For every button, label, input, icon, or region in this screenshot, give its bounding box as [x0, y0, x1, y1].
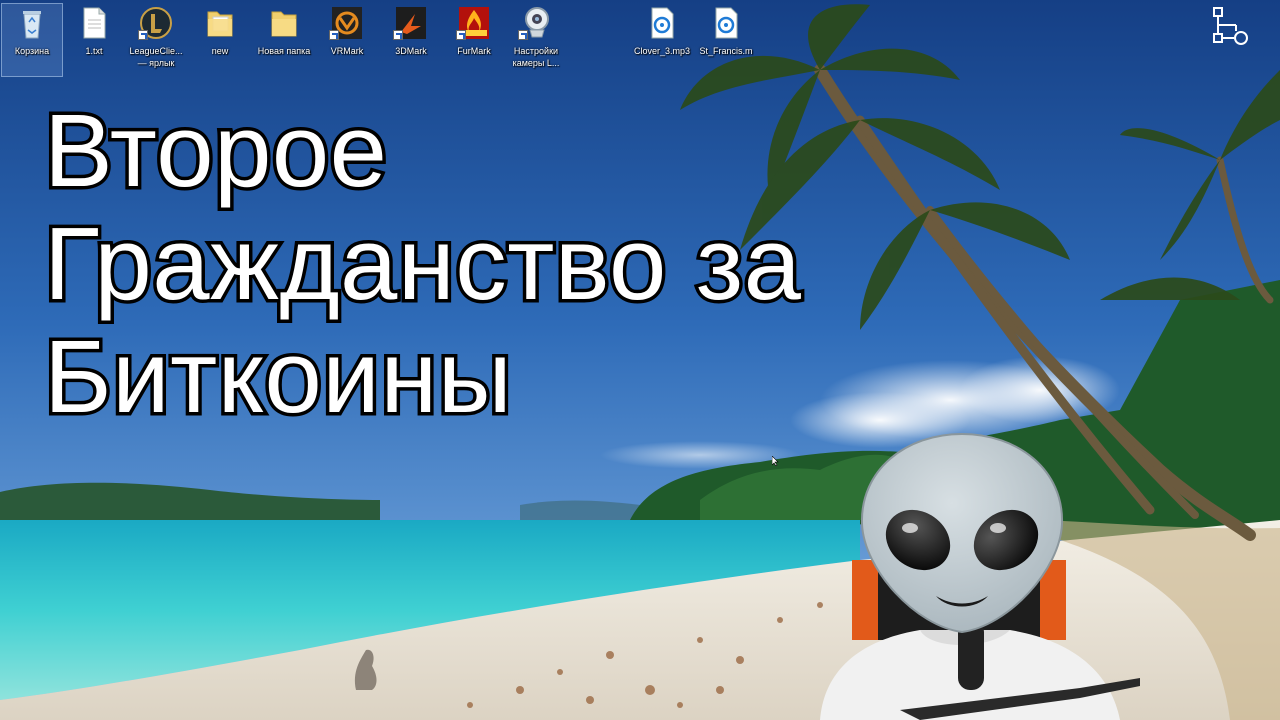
desktop-icon-st-francis[interactable]: St_Francis.m	[696, 4, 756, 76]
thumbnail-headline: Второе Гражданство за Биткоины	[40, 91, 804, 437]
network-diagram-icon[interactable]	[1208, 6, 1260, 52]
headline-line-1: Второе	[40, 91, 390, 211]
desktop-icon-label: Clover_3.mp3	[633, 46, 691, 56]
desktop-icon-label: 1.txt	[85, 46, 103, 56]
desktop-icon-label: LeagueClie... — ярлык	[129, 46, 183, 68]
desktop-icon-furmark[interactable]: FurMark	[444, 4, 504, 76]
desktop-icon-recycle-bin[interactable]: Корзина	[1, 3, 63, 77]
shortcut-arrow-icon	[393, 30, 403, 40]
webcam-settings-icon	[518, 6, 552, 40]
folder-icon	[204, 6, 236, 40]
desktop-icon-label: FurMark	[457, 46, 491, 56]
text-file-icon	[78, 6, 110, 40]
furmark-icon	[456, 6, 490, 40]
desktop-icon-label: Настройки камеры L...	[512, 46, 560, 68]
headline-line-3: Биткоины	[40, 317, 515, 437]
league-of-legends-icon	[138, 6, 172, 40]
desktop-icon-league-client[interactable]: LeagueClie... — ярлык	[126, 4, 186, 76]
headline-line-2: Гражданство за	[40, 204, 804, 324]
desktop-icon-new-folder[interactable]: new	[190, 4, 250, 76]
shortcut-arrow-icon	[456, 30, 466, 40]
desktop-icon-vrmark[interactable]: VRMark	[317, 4, 377, 76]
shortcut-arrow-icon	[138, 30, 148, 40]
desktop-icon-3dmark[interactable]: 3DMark	[381, 4, 441, 76]
folder-icon	[268, 6, 300, 40]
vrmark-icon	[329, 6, 363, 40]
3dmark-icon	[393, 6, 427, 40]
shortcut-arrow-icon	[329, 30, 339, 40]
alien-emoji-icon	[860, 432, 1064, 634]
desktop-icon-label: new	[211, 46, 229, 56]
desktop-icon-label: Новая папка	[257, 46, 311, 56]
desktop-icon-label: VRMark	[330, 46, 364, 56]
audio-file-icon	[646, 6, 678, 40]
desktop-icon-label: St_Francis.m	[699, 46, 753, 56]
desktop-icon-1-txt[interactable]: 1.txt	[64, 4, 124, 76]
desktop-icon-clover-mp3[interactable]: Clover_3.mp3	[632, 4, 692, 76]
mouse-cursor-icon	[772, 456, 779, 466]
audio-file-icon	[710, 6, 742, 40]
desktop-icon-novaya-papka[interactable]: Новая папка	[254, 4, 314, 76]
desktop-icon-label: 3DMark	[395, 46, 427, 56]
shortcut-arrow-icon	[518, 30, 528, 40]
desktop-icon-camera-settings[interactable]: Настройки камеры L...	[506, 4, 566, 76]
desktop-icon-label: Корзина	[14, 46, 50, 56]
recycle-bin-icon	[16, 6, 48, 40]
